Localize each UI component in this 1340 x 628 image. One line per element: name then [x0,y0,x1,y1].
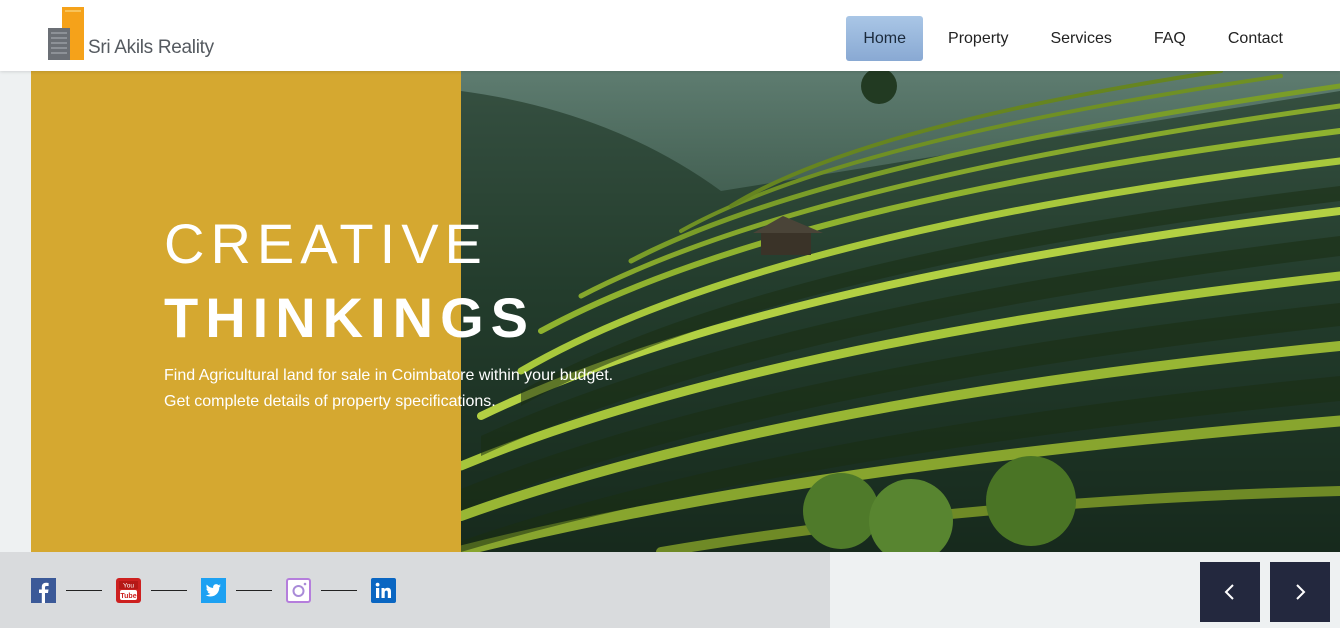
social-divider [66,590,102,591]
hero-title-line2: THINKINGS [164,286,535,349]
nav-services[interactable]: Services [1033,16,1128,61]
social-links: You Tube [31,578,396,603]
brand-logo[interactable]: Sri Akils Reality [48,6,238,62]
hero-title-line1: CREATIVE [164,212,488,275]
social-divider [151,590,187,591]
nav-home[interactable]: Home [846,16,924,61]
twitter-icon[interactable] [201,578,226,603]
svg-text:Tube: Tube [120,593,136,600]
svg-text:You: You [123,583,134,590]
slider-controls-area [830,552,1340,628]
facebook-icon[interactable] [31,578,56,603]
youtube-icon[interactable]: You Tube [116,578,141,603]
brand-name: Sri Akils Reality [88,37,214,58]
instagram-icon[interactable] [286,578,311,603]
nav-contact[interactable]: Contact [1211,16,1300,61]
nav-faq[interactable]: FAQ [1137,16,1203,61]
slider-next-button[interactable] [1270,562,1330,622]
hero-description-line2: Get complete details of property specifi… [164,393,496,410]
linkedin-icon[interactable] [371,578,396,603]
main-nav: Home Property Services FAQ Contact [838,16,1300,61]
hero-description: Find Agricultural land for sale in Coimb… [164,363,684,415]
slider-prev-button[interactable] [1200,562,1260,622]
hero-description-line1: Find Agricultural land for sale in Coimb… [164,367,614,384]
social-divider [236,590,272,591]
chevron-right-icon [1296,584,1306,600]
hero-slider: CREATIVE THINKINGS Find Agricultural lan… [0,71,1340,552]
building-logo-icon [48,7,84,60]
chevron-left-icon [1224,584,1234,600]
hero-image-rice-terraces [461,71,1340,552]
nav-property[interactable]: Property [931,16,1025,61]
site-header: Sri Akils Reality Home Property Services… [0,0,1340,71]
social-divider [321,590,357,591]
